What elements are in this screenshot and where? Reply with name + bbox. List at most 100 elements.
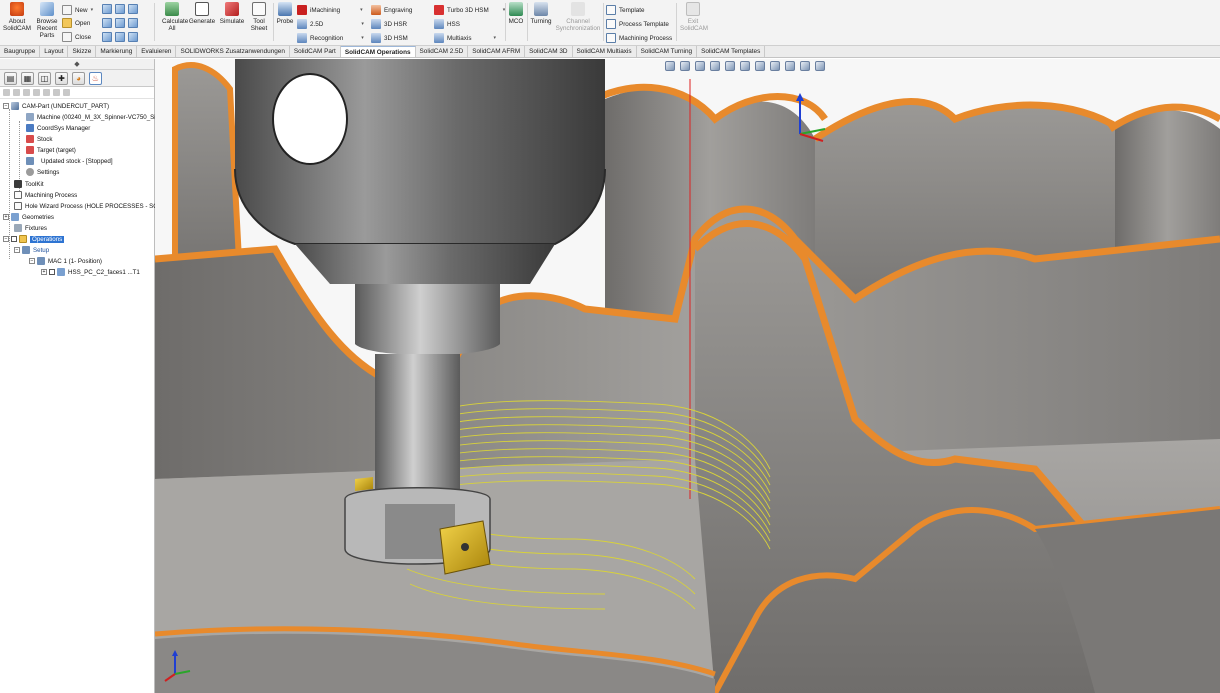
- generate-button[interactable]: Generate: [188, 2, 216, 25]
- tree-item-target[interactable]: Target (target): [26, 145, 76, 155]
- checkbox[interactable]: [49, 269, 55, 275]
- tab-evaluieren[interactable]: Evaluieren: [137, 46, 177, 57]
- tab-solidcam-part[interactable]: SolidCAM Part: [290, 46, 341, 57]
- tab-solidcam-3d[interactable]: SolidCAM 3D: [525, 46, 573, 57]
- imachining-button[interactable]: iMachining ▾: [297, 4, 363, 16]
- collapse-icon[interactable]: −: [3, 103, 9, 109]
- tool-icon[interactable]: [128, 32, 138, 42]
- tree-item-setup[interactable]: − Setup: [14, 245, 49, 255]
- tab-solidcam-afrm[interactable]: SolidCAM AFRM: [468, 46, 526, 57]
- tree-tool-icon[interactable]: [13, 89, 20, 96]
- apply-scene-icon[interactable]: [800, 61, 810, 71]
- mco-button[interactable]: MCO: [507, 2, 525, 25]
- tree-item-machining-process[interactable]: Machining Process: [14, 190, 77, 200]
- tree-tool-icon[interactable]: [53, 89, 60, 96]
- collapse-icon[interactable]: −: [3, 236, 9, 242]
- tree-tool-icon[interactable]: [33, 89, 40, 96]
- tool-icon[interactable]: [102, 32, 112, 42]
- tab-solidworks-addins[interactable]: SOLIDWORKS Zusatzanwendungen: [176, 46, 290, 57]
- solidcam-manager-tab-icon[interactable]: ♨: [89, 71, 102, 85]
- tab-solidcam-templates[interactable]: SolidCAM Templates: [697, 46, 766, 57]
- tab-solidcam-turning[interactable]: SolidCAM Turning: [637, 46, 698, 57]
- tree-item-mac1[interactable]: − MAC 1 (1- Position): [29, 256, 102, 266]
- hss-button[interactable]: HSS: [434, 18, 460, 30]
- panel-collapse-icon[interactable]: ◆: [74, 60, 79, 68]
- tree-item-coordsys-manager[interactable]: CoordSys Manager: [26, 123, 90, 133]
- tool-icon[interactable]: [128, 4, 138, 14]
- tree-tool-icon[interactable]: [3, 89, 10, 96]
- tab-solidcam-2-5d[interactable]: SolidCAM 2.5D: [416, 46, 469, 57]
- calculate-all-button[interactable]: Calculate All: [158, 2, 188, 32]
- tree-item-cam-part[interactable]: − CAM-Part (UNDERCUT_PART): [3, 101, 109, 111]
- recognition-label: Recognition: [310, 34, 344, 42]
- simulate-button[interactable]: Simulate: [218, 2, 246, 25]
- collapse-icon[interactable]: −: [29, 258, 35, 264]
- tree-item-machine[interactable]: Machine (00240_M_3X_Spinner-VC750_Sin84: [26, 112, 166, 122]
- close-button[interactable]: Close: [62, 31, 91, 43]
- channel-synchronization-button[interactable]: Channel Synchronization: [555, 2, 601, 32]
- expand-icon[interactable]: +: [3, 214, 9, 220]
- feature-manager-tab-icon[interactable]: ▤: [4, 71, 17, 85]
- multiaxis-button[interactable]: Multiaxis ▾: [434, 32, 496, 44]
- zoom-to-fit-icon[interactable]: [665, 61, 675, 71]
- tab-layout[interactable]: Layout: [40, 46, 69, 57]
- display-manager-tab-icon[interactable]: ◕: [72, 71, 85, 85]
- expand-icon[interactable]: +: [41, 269, 47, 275]
- turning-button[interactable]: Turning: [529, 2, 553, 25]
- tree-tool-icon[interactable]: [63, 89, 70, 96]
- tree-item-operation-hss[interactable]: + HSS_PC_C2_faces1 ...T1: [41, 267, 140, 277]
- tab-markierung[interactable]: Markierung: [96, 46, 138, 57]
- tree-item-settings[interactable]: Settings: [26, 167, 59, 177]
- tool-icon[interactable]: [115, 18, 125, 28]
- tab-skizze[interactable]: Skizze: [68, 46, 97, 57]
- tree-item-updated-stock[interactable]: Updated stock - [Stopped]: [26, 156, 113, 166]
- tab-solidcam-operations[interactable]: SolidCAM Operations: [340, 46, 416, 57]
- edit-appearance-icon[interactable]: [785, 61, 795, 71]
- 3d-hsm-button[interactable]: 3D HSM▾: [371, 32, 438, 44]
- browse-recent-parts-button[interactable]: Browse Recent Parts: [34, 2, 60, 39]
- tool-icon[interactable]: [115, 4, 125, 14]
- view-settings-icon[interactable]: [815, 61, 825, 71]
- template-button[interactable]: Template: [606, 4, 645, 16]
- tab-solidcam-multiaxis[interactable]: SolidCAM Multiaxis: [573, 46, 637, 57]
- section-view-icon[interactable]: [710, 61, 720, 71]
- tool-icon[interactable]: [128, 18, 138, 28]
- process-template-button[interactable]: Process Template: [606, 18, 669, 30]
- about-solidcam-button[interactable]: About SolidCAM: [3, 2, 31, 32]
- tool-icon[interactable]: [102, 4, 112, 14]
- 3d-hsr-button[interactable]: 3D HSR▾: [371, 18, 440, 30]
- configuration-manager-tab-icon[interactable]: ◫: [38, 71, 51, 85]
- tree-item-operations[interactable]: − Operations: [3, 234, 65, 244]
- tree-item-geometries[interactable]: + Geometries: [3, 212, 54, 222]
- recognition-button[interactable]: Recognition ▾: [297, 32, 364, 44]
- collapse-icon[interactable]: −: [14, 247, 20, 253]
- engraving-button[interactable]: Engraving▾: [371, 4, 439, 16]
- probe-button[interactable]: Probe: [275, 2, 295, 25]
- tab-baugruppe[interactable]: Baugruppe: [0, 46, 41, 57]
- display-style-icon[interactable]: [755, 61, 765, 71]
- tree-item-fixtures[interactable]: Fixtures: [14, 223, 47, 233]
- graphics-viewport[interactable]: [155, 59, 1220, 693]
- zoom-to-area-icon[interactable]: [680, 61, 690, 71]
- checkbox[interactable]: [11, 236, 17, 242]
- 2-5d-button[interactable]: 2.5D ▾: [297, 18, 364, 30]
- new-button[interactable]: New ▾: [62, 4, 93, 16]
- machining-process-button[interactable]: Machining Process: [606, 32, 672, 44]
- previous-view-icon[interactable]: [695, 61, 705, 71]
- tool-sheet-button[interactable]: Tool Sheet: [247, 2, 271, 32]
- tree-tool-icon[interactable]: [43, 89, 50, 96]
- tool-icon[interactable]: [102, 18, 112, 28]
- property-manager-tab-icon[interactable]: ▦: [21, 71, 34, 85]
- tree-item-stock[interactable]: Stock: [26, 134, 52, 144]
- view-orientation-icon[interactable]: [740, 61, 750, 71]
- hide-show-items-icon[interactable]: [770, 61, 780, 71]
- dynamic-annotation-icon[interactable]: [725, 61, 735, 71]
- exit-solidcam-button[interactable]: Exit SolidCAM: [680, 2, 708, 32]
- tree-item-hole-wizard-process[interactable]: Hole Wizard Process (HOLE PROCESSES - SO…: [14, 201, 174, 211]
- tool-icon[interactable]: [115, 32, 125, 42]
- tree-tool-icon[interactable]: [23, 89, 30, 96]
- open-button[interactable]: Open: [62, 17, 90, 29]
- tree-item-toolkit[interactable]: ToolKit: [14, 179, 44, 189]
- dimxpert-tab-icon[interactable]: ✚: [55, 71, 68, 85]
- turbo-3d-hsm-button[interactable]: Turbo 3D HSM▾: [434, 4, 505, 16]
